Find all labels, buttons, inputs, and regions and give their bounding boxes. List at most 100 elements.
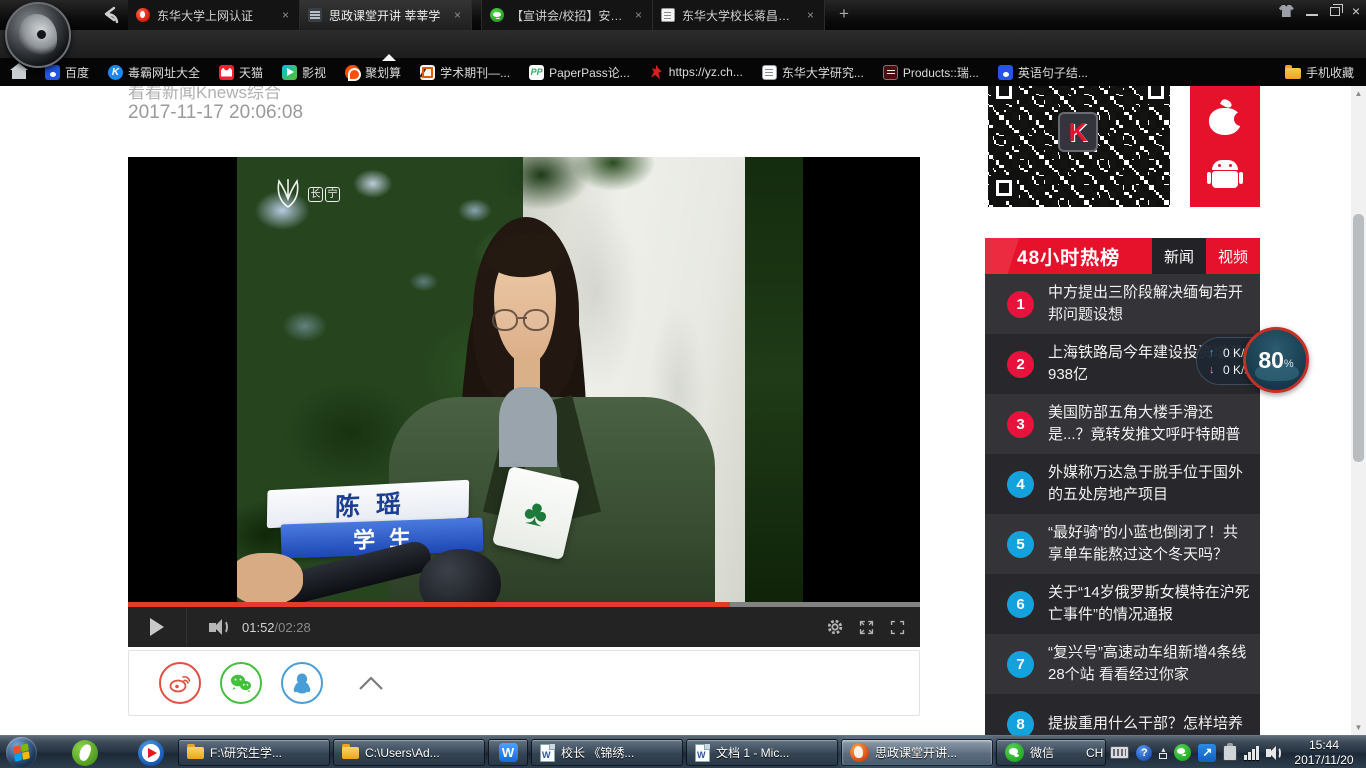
share-weibo-button[interactable] — [159, 662, 201, 704]
scroll-down-arrow[interactable]: ▼ — [1351, 720, 1366, 735]
system-tray: CH ? ▴ ↗ — [1086, 736, 1281, 768]
scrollbar-thumb[interactable] — [1353, 214, 1364, 462]
tab-dhu-president[interactable]: 东华大学校长蒋昌俊... × — [653, 0, 825, 30]
home-icon[interactable] — [12, 70, 26, 79]
rank-badge: 8 — [1007, 711, 1034, 736]
web-page: 看看新闻Knews综合 2017-11-17 20:06:08 长 宁 — [0, 86, 1366, 735]
wechat-tray-icon[interactable] — [1174, 744, 1191, 761]
tab-xuanjianghui[interactable]: 【宣讲会/校招】安踏... × — [481, 0, 653, 30]
android-icon[interactable] — [1207, 160, 1243, 190]
tab-news[interactable]: 新闻 — [1152, 238, 1206, 274]
weibo-icon — [167, 670, 193, 696]
play-button[interactable] — [128, 618, 186, 636]
scroll-up-arrow[interactable]: ▲ — [1351, 86, 1366, 101]
taskbar-browser-active[interactable]: 思政课堂开讲... — [841, 739, 993, 766]
tab-close-icon[interactable]: × — [805, 8, 816, 22]
task-label: 文档 1 - Mic... — [716, 744, 789, 761]
minimize-button[interactable] — [1306, 14, 1318, 16]
rank-badge: 1 — [1007, 291, 1034, 318]
bookmark-paperpass[interactable]: PPPaperPass论... — [529, 64, 630, 81]
tab-close-icon[interactable]: × — [633, 8, 644, 22]
tab-close-icon[interactable]: × — [280, 8, 291, 22]
address-toolbar: ‹ www.kankanews.com/a/2017-11-17/0018229… — [0, 30, 1366, 58]
bookmark-video[interactable]: 影视 — [282, 64, 326, 81]
cheetah-browser-logo[interactable] — [5, 2, 71, 68]
bookmark-yz[interactable]: https://yz.ch... — [649, 65, 743, 80]
bookmark-duba[interactable]: K毒霸网址大全 — [108, 64, 200, 81]
bookmarks-bar: 百度 K毒霸网址大全 天猫 影视 聚划算 学术期刊—... PPPaperPas… — [0, 58, 1366, 86]
language-indicator[interactable]: CH — [1086, 746, 1103, 760]
word-doc-icon: W — [695, 744, 710, 762]
windows-taskbar: F:\研究生学... C:\Users\Ad... W W校长 《锦绣... W… — [0, 735, 1366, 768]
bookmark-journal[interactable]: 学术期刊—... — [420, 64, 510, 81]
hotlist-item[interactable]: 8 提拔重用什么干部？怎样培养 — [985, 694, 1260, 735]
bookmark-label: 毒霸网址大全 — [128, 64, 200, 81]
taskbar-clock[interactable]: 15:44 2017/11/20 — [1286, 738, 1362, 768]
hotlist-item-text: 美国防部五角大楼手滑还是...？竟转发推文呼吁特朗普 — [1048, 402, 1250, 447]
hotlist-item[interactable]: 4 外媒称万达急于脱手位于国外的五处房地产项目 — [985, 454, 1260, 514]
bookmark-english[interactable]: 英语句子结... — [998, 64, 1088, 81]
close-button[interactable]: × — [1352, 4, 1360, 18]
help-icon[interactable]: ? — [1136, 745, 1152, 761]
tab-close-icon[interactable]: × — [452, 8, 463, 22]
memory-usage-ball[interactable]: 80 % — [1243, 327, 1309, 393]
taskbar-word-2[interactable]: W 文档 1 - Mic... — [686, 739, 838, 766]
hotlist-item[interactable]: 1 中方提出三阶段解决缅甸若开邦问题设想 — [985, 274, 1260, 334]
settings-gear-icon[interactable] — [826, 618, 844, 636]
start-button[interactable] — [6, 737, 37, 768]
history-back-icon[interactable] — [100, 5, 122, 25]
taskbar-word-1[interactable]: W校长 《锦绣... — [531, 739, 683, 766]
theater-mode-icon[interactable] — [858, 619, 875, 636]
sync-tray-icon[interactable]: ↗ — [1198, 744, 1216, 762]
fullscreen-icon[interactable] — [889, 619, 906, 636]
tab-video[interactable]: 视频 — [1206, 238, 1260, 274]
bookmark-folder-mobile[interactable]: 手机收藏 — [1285, 64, 1354, 81]
video-frame[interactable]: 长 宁 ♣ 陈瑶 学生 — [128, 157, 920, 602]
video-controls: 01:52/02:28 — [128, 602, 920, 647]
hotlist-item[interactable]: 5 “最好骑”的小蓝也倒闭了！共享单车能熬过这个冬天吗？ — [985, 514, 1260, 574]
volume-tray-icon[interactable] — [1266, 746, 1281, 760]
skin-theme-icon[interactable] — [1279, 5, 1294, 17]
clipboard-tray-icon[interactable] — [1223, 745, 1237, 761]
bookmark-tmall[interactable]: 天猫 — [219, 64, 263, 81]
taskbar-folder-f[interactable]: F:\研究生学... — [178, 739, 330, 766]
network-signal-icon[interactable] — [1244, 746, 1259, 760]
page-scrollbar[interactable]: ▲ ▼ — [1351, 86, 1366, 735]
show-hidden-icons[interactable]: ▴ — [1159, 746, 1167, 759]
hotlist-item[interactable]: 6 关于“14岁俄罗斯女模特在沪死亡事件”的情况通报 — [985, 574, 1260, 634]
share-qq-button[interactable] — [281, 662, 323, 704]
bookmark-products[interactable]: Products::瑞... — [883, 64, 979, 81]
changning-logo-icon — [273, 177, 303, 211]
bookmark-dhu-grad[interactable]: 东华大学研究... — [762, 64, 864, 81]
tab-label: 东华大学校长蒋昌俊... — [682, 7, 798, 24]
tab-sizheng-active[interactable]: 思政课堂开讲 莘莘学 × — [300, 0, 472, 30]
hotlist-item[interactable]: 7 “复兴号”高速动车组新增4条线28个站 看看经过你家 — [985, 634, 1260, 694]
qr-panel: K — [985, 86, 1175, 207]
bookmark-label: Products::瑞... — [903, 64, 979, 81]
share-wechat-button[interactable] — [220, 662, 262, 704]
tab-dhu-auth[interactable]: 东华大学上网认证 × — [128, 0, 300, 30]
collapse-share-button[interactable] — [350, 662, 392, 704]
up-triangle-icon: ▴ — [1161, 746, 1165, 753]
taskbar-wps[interactable]: W — [488, 739, 528, 766]
apple-icon[interactable] — [1209, 108, 1241, 135]
taskbar-folder-c[interactable]: C:\Users\Ad... — [333, 739, 485, 766]
person-innerwear — [499, 387, 557, 467]
new-tab-button[interactable]: + — [831, 3, 857, 27]
article-source: 看看新闻Knews综合 — [128, 86, 281, 103]
keyboard-icon[interactable] — [1110, 746, 1129, 759]
bookmark-label: 英语句子结... — [1018, 64, 1088, 81]
bookmark-baidu[interactable]: 百度 — [45, 64, 89, 81]
video-player[interactable]: 长 宁 ♣ 陈瑶 学生 — [128, 157, 920, 647]
restore-button[interactable] — [1330, 7, 1340, 16]
time-display: 01:52/02:28 — [242, 620, 311, 635]
video-player-icon[interactable] — [138, 740, 164, 766]
k-watermark — [985, 238, 1020, 274]
volume-button[interactable] — [209, 619, 228, 635]
bookmark-juhuasuan[interactable]: 聚划算 — [345, 64, 401, 81]
hotlist-item-text: 中方提出三阶段解决缅甸若开邦问题设想 — [1048, 282, 1250, 327]
tab-favicon — [308, 8, 322, 22]
bookmark-label: 影视 — [302, 64, 326, 81]
coreldraw-icon[interactable] — [72, 740, 98, 766]
hotlist-item[interactable]: 3 美国防部五角大楼手滑还是...？竟转发推文呼吁特朗普 — [985, 394, 1260, 454]
